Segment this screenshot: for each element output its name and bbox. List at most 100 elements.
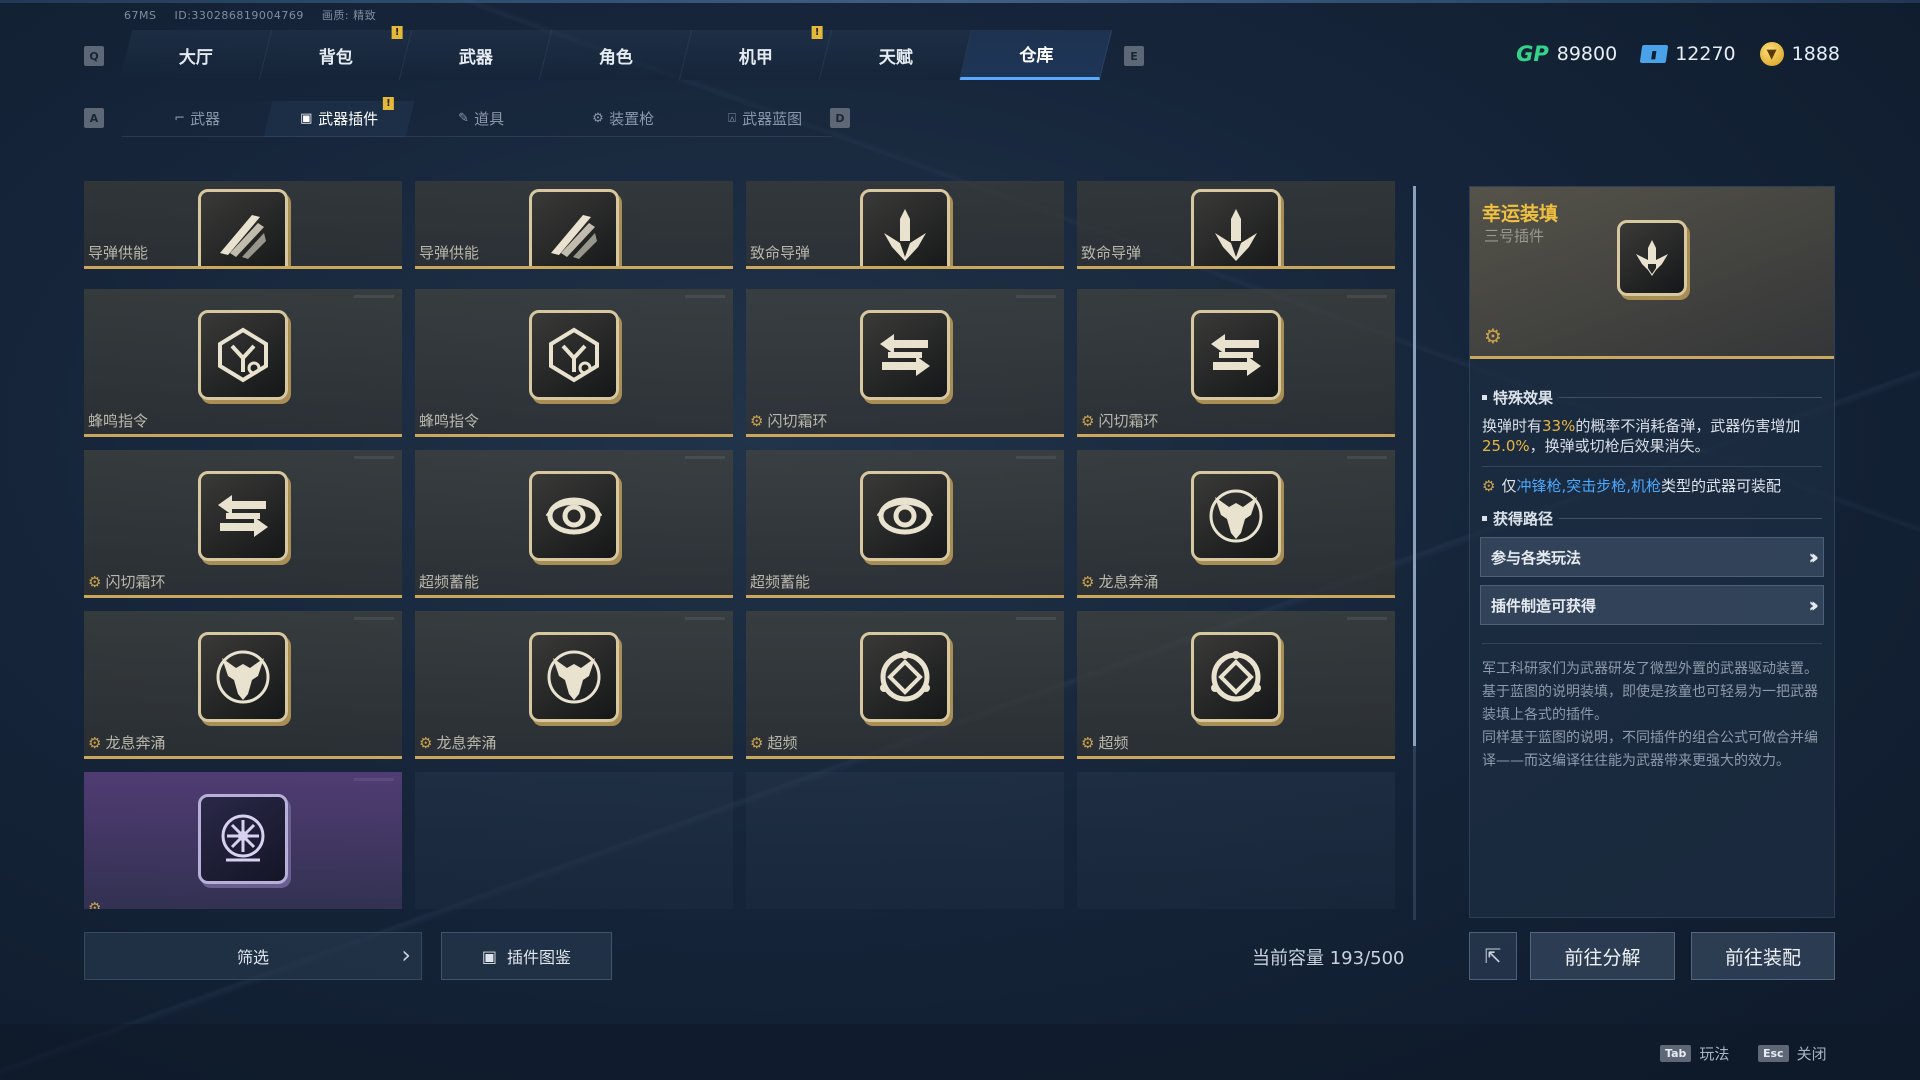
session-info: 67MS ID:330286819004769 画质: 精致 <box>124 7 390 23</box>
equippable-gear-icon: ⚙ <box>1482 476 1496 495</box>
plugin-card[interactable]: ⚙ 龙息奔涌 <box>415 611 733 759</box>
plugin-name: ⚙ 龙息奔涌 <box>419 732 496 753</box>
overclock-charge-icon <box>529 470 619 561</box>
flash-swap-icon <box>198 470 288 561</box>
main-tab-3[interactable]: 角色 <box>539 30 693 80</box>
filter-button[interactable]: 筛选 › <box>84 932 422 980</box>
alert-badge-icon: ! <box>811 26 823 39</box>
plugin-card[interactable]: 蜂鸣指令 <box>84 289 402 437</box>
card-corner-decoration <box>1347 617 1387 620</box>
equippable-gear-icon: ⚙ <box>1484 324 1502 348</box>
plugin-card[interactable]: 蜂鸣指令 <box>415 289 733 437</box>
plugin-card[interactable]: 导弹供能 <box>415 181 733 269</box>
coin-currency: ▼ 1888 <box>1759 42 1840 66</box>
key-hint-prev-subtab: A <box>84 108 104 128</box>
ticket-currency: ▮ 12270 <box>1639 43 1736 65</box>
coin-icon: ▼ <box>1759 42 1784 66</box>
plugin-name: ⚙ 超频 <box>750 732 797 753</box>
plugin-name-label: 蜂鸣指令 <box>419 412 480 430</box>
plugin-card[interactable]: 导弹供能 <box>84 181 402 269</box>
equip-button[interactable]: 前往装配 <box>1691 932 1835 980</box>
main-tab-2[interactable]: 武器 <box>399 30 553 80</box>
plugin-name: 蜂鸣指令 <box>88 410 148 431</box>
plugin-card[interactable]: 致命导弹 <box>746 181 1064 269</box>
detail-title: 幸运装填 <box>1482 203 1559 225</box>
main-tab-label: 武器 <box>458 47 493 68</box>
equippable-gear-icon: ⚙ <box>88 572 102 591</box>
plugin-name: 导弹供能 <box>419 242 479 263</box>
main-tab-1[interactable]: 背包! <box>259 26 413 80</box>
plugin-card[interactable]: ⚙ 闪切霜环 <box>84 450 402 598</box>
key-hint-next-subtab: D <box>830 108 850 128</box>
share-button[interactable]: ⇱ <box>1469 932 1517 980</box>
equippable-gear-icon: ⚙ <box>88 733 102 752</box>
card-corner-decoration <box>1016 617 1056 620</box>
equippable-gear-icon: ⚙ <box>1081 411 1095 430</box>
effect-pre: 换弹时有 <box>1482 417 1543 435</box>
plugin-grid: 导弹供能 导弹供能 致命导弹 致命导弹 蜂鸣指令 蜂鸣指令 ⚙ 闪切霜环 ⚙ 闪切霜环 ⚙ 闪切霜环超… <box>84 181 1396 909</box>
grid-scrollbar[interactable] <box>1413 186 1416 920</box>
route-header-label: 获得路径 <box>1493 510 1554 528</box>
plugin-card[interactable]: ⚙ <box>84 772 402 909</box>
route-gameplay[interactable]: 参与各类玩法 ›› <box>1480 537 1824 577</box>
sub-tab-4[interactable]: ⍓ 武器蓝图 <box>689 101 841 137</box>
gun-icon: ⌐ <box>173 111 185 126</box>
plugin-name: ⚙ 闪切霜环 <box>750 410 827 431</box>
ticket-icon: ▮ <box>1639 45 1669 63</box>
key-hint-next-tab: E <box>1124 46 1144 66</box>
route-crafting[interactable]: 插件制造可获得 ›› <box>1480 585 1824 625</box>
plugin-name: ⚙ <box>88 899 105 909</box>
plugin-card[interactable]: ⚙ 闪切霜环 <box>1077 289 1395 437</box>
main-tab-0[interactable]: 大厅 <box>119 30 273 80</box>
main-tab-6[interactable]: 仓库 <box>959 30 1113 80</box>
plugin-card[interactable]: ⚙ 超频 <box>746 611 1064 759</box>
plugin-card[interactable]: ⚙ 龙息奔涌 <box>1077 450 1395 598</box>
close-hint[interactable]: Esc 关闭 <box>1758 1043 1827 1064</box>
plugin-card[interactable]: ⚙ 超频 <box>1077 611 1395 759</box>
plugin-card[interactable]: 超频蓄能 <box>415 450 733 598</box>
plugin-name: ⚙ 闪切霜环 <box>1081 410 1158 431</box>
main-tab-4[interactable]: 机甲! <box>679 26 833 80</box>
equippable-gear-icon: ⚙ <box>88 899 102 909</box>
gp-currency: GP 89800 <box>1516 42 1617 66</box>
plugin-name: ⚙ 龙息奔涌 <box>88 732 165 753</box>
plugin-icon: ▣ <box>299 111 313 126</box>
plugin-codex-button[interactable]: ▣ 插件图鉴 <box>441 932 612 980</box>
weapon-restriction: ⚙ 仅冲锋枪,突击步枪,机枪类型的武器可装配 <box>1482 475 1822 496</box>
effect-header: 特殊效果 <box>1482 387 1822 408</box>
plugin-name-label: 超频 <box>1098 734 1129 752</box>
gameplay-hint[interactable]: Tab 玩法 <box>1660 1043 1729 1064</box>
sub-tab-2[interactable]: ✎ 道具 <box>405 101 557 137</box>
lethal-missile-icon <box>1191 188 1281 266</box>
plugin-detail-panel: 幸运装填 三号插件 ⚙ 特殊效果 换弹时有33%的概率不消耗备弹，武器伤害增加 2… <box>1469 186 1835 918</box>
effect-header-label: 特殊效果 <box>1493 389 1554 407</box>
effect-text: 换弹时有33%的概率不消耗备弹，武器伤害增加 25.0%，换弹或切枪后效果消失。 <box>1482 416 1822 467</box>
plugin-name: 超频蓄能 <box>419 571 479 592</box>
card-corner-decoration <box>354 617 394 620</box>
sub-tab-label: 装置枪 <box>609 110 655 128</box>
key-hint-prev-tab: Q <box>84 46 104 66</box>
scrollbar-thumb[interactable] <box>1413 186 1416 746</box>
main-tab-label: 角色 <box>598 47 633 68</box>
currency-bar: GP 89800 ▮ 12270 ▼ 1888 <box>1516 42 1840 66</box>
alert-badge-icon: ! <box>391 26 403 39</box>
empty-slot <box>746 772 1064 909</box>
sub-tab-1[interactable]: ▣ 武器插件! <box>263 97 415 137</box>
plugin-name-label: 致命导弹 <box>1081 244 1142 262</box>
lucky-reload-icon <box>1617 219 1687 296</box>
equippable-gear-icon: ⚙ <box>419 733 433 752</box>
item-icon: ✎ <box>457 111 469 126</box>
plugin-card[interactable]: ⚙ 闪切霜环 <box>746 289 1064 437</box>
plugin-name: ⚙ 龙息奔涌 <box>1081 571 1158 592</box>
sub-tab-0[interactable]: ⌐ 武器 <box>121 101 273 137</box>
plugin-name-label: 闪切霜环 <box>1098 412 1159 430</box>
main-tab-5[interactable]: 天赋 <box>819 30 973 80</box>
sub-tab-3[interactable]: ⚙ 装置枪 <box>547 101 699 137</box>
route-label: 插件制造可获得 <box>1491 596 1597 615</box>
plugin-card[interactable]: 致命导弹 <box>1077 181 1395 269</box>
plugin-card[interactable]: ⚙ 龙息奔涌 <box>84 611 402 759</box>
share-icon: ⇱ <box>1484 944 1502 968</box>
plugin-card[interactable]: 超频蓄能 <box>746 450 1064 598</box>
dragon-breath-icon <box>198 631 288 722</box>
dismantle-button[interactable]: 前往分解 <box>1530 932 1675 980</box>
